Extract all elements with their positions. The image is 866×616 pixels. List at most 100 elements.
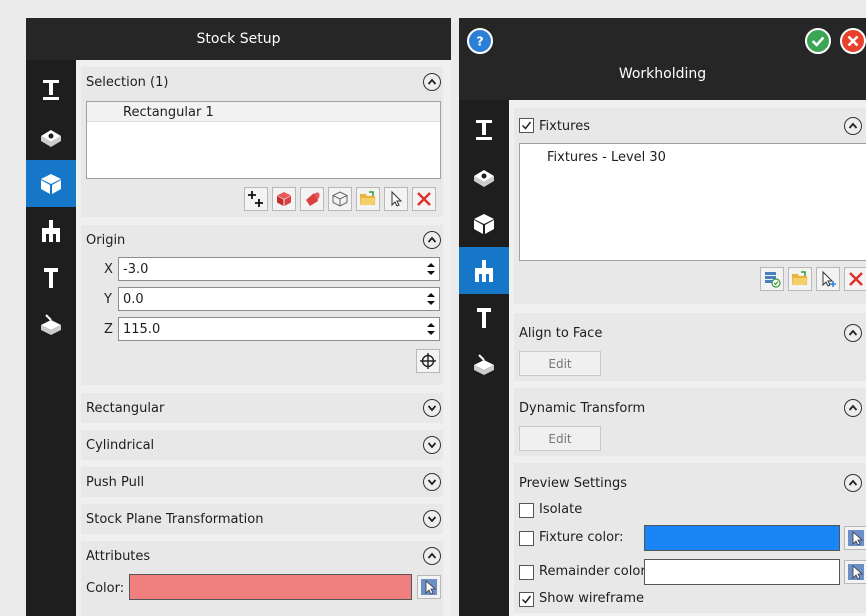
rail-tool-icon[interactable]	[459, 294, 509, 341]
pick-cursor-button[interactable]	[384, 187, 408, 211]
fixture-library-button[interactable]	[760, 267, 784, 291]
collapse-attributes-icon[interactable]	[423, 547, 441, 565]
show-wireframe-label: Show wireframe	[539, 591, 645, 606]
collapse-dynamic-transform-icon[interactable]	[844, 399, 862, 417]
rail-machine-icon[interactable]	[459, 106, 509, 153]
origin-title: Origin	[86, 232, 126, 248]
origin-x-value: -3.0	[123, 261, 149, 277]
origin-x-label: X	[104, 262, 113, 277]
selection-title: Selection (1)	[86, 74, 169, 90]
open-folder-button[interactable]	[788, 267, 812, 291]
push-pull-header[interactable]: Push Pull	[86, 467, 443, 497]
workholding-content: Fixtures Fixtures - Level 30 Align to Fa…	[509, 100, 866, 616]
rail-stock-icon[interactable]	[459, 153, 509, 200]
rail-stock-icon[interactable]	[26, 113, 76, 160]
origin-x-spinner[interactable]	[425, 260, 437, 278]
preview-settings-title: Preview Settings	[519, 475, 628, 491]
cylindrical-section[interactable]: Cylindrical	[81, 430, 443, 460]
fixtures-header[interactable]: Fixtures	[519, 111, 864, 141]
svg-text:?: ?	[476, 34, 483, 49]
pick-origin-button[interactable]	[416, 349, 440, 373]
collapse-selection-icon[interactable]	[423, 73, 441, 91]
expand-rectangular-icon[interactable]	[423, 399, 441, 417]
dynamic-transform-header[interactable]: Dynamic Transform	[519, 393, 864, 423]
rail-simulation-icon[interactable]	[459, 341, 509, 388]
expand-push-pull-icon[interactable]	[423, 473, 441, 491]
stock-plane-transformation-header[interactable]: Stock Plane Transformation	[86, 504, 443, 534]
remainder-color-picker-button[interactable]	[844, 560, 866, 584]
origin-z-input[interactable]: 115.0	[118, 317, 440, 341]
remainder-color-label: Remainder color:	[539, 564, 650, 579]
remove-selection-button[interactable]	[412, 187, 436, 211]
preview-settings-section: Preview Settings Isolate Fixture color: …	[514, 463, 866, 613]
panel-title: Stock Setup	[196, 31, 281, 47]
collapse-align-to-face-icon[interactable]	[844, 324, 862, 342]
cancel-button[interactable]	[840, 28, 866, 54]
panel-title: Workholding	[618, 66, 707, 82]
pick-add-button[interactable]	[816, 267, 840, 291]
expand-stock-plane-transformation-icon[interactable]	[423, 510, 441, 528]
check-icon	[811, 36, 825, 47]
origin-y-input[interactable]: 0.0	[118, 287, 440, 311]
align-to-face-edit-button[interactable]: Edit	[519, 351, 601, 376]
rail-machine-icon[interactable]	[26, 66, 76, 113]
fixture-color-checkbox[interactable]	[519, 531, 534, 546]
fixtures-list[interactable]: Fixtures - Level 30	[519, 143, 866, 261]
select-solid-button[interactable]	[272, 187, 296, 211]
isolate-label: Isolate	[539, 502, 583, 517]
dynamic-transform-edit-button[interactable]: Edit	[519, 426, 601, 451]
open-folder-button[interactable]	[356, 187, 380, 211]
fixture-color-swatch[interactable]	[644, 525, 840, 551]
cylindrical-header[interactable]: Cylindrical	[86, 430, 443, 460]
help-icon[interactable]: ?	[467, 28, 493, 54]
rail-tool-icon[interactable]	[26, 254, 76, 301]
origin-y-label: Y	[104, 292, 112, 307]
confirm-button[interactable]	[805, 28, 831, 54]
isolate-checkbox[interactable]	[519, 503, 534, 518]
select-wire-box-button[interactable]	[328, 187, 352, 211]
selection-section: Selection (1) Rectangular 1	[81, 67, 443, 217]
rail-box-icon[interactable]	[26, 160, 76, 207]
collapse-preview-settings-icon[interactable]	[844, 474, 862, 492]
align-to-face-section: Align to Face Edit	[514, 313, 866, 381]
rail-simulation-icon[interactable]	[26, 301, 76, 348]
stock-color-swatch[interactable]	[129, 574, 412, 600]
show-wireframe-checkbox[interactable]	[519, 592, 534, 607]
rail-workholding-icon[interactable]	[459, 247, 509, 294]
dynamic-transform-title: Dynamic Transform	[519, 400, 646, 416]
add-selection-button[interactable]	[244, 187, 268, 211]
origin-y-spinner[interactable]	[425, 290, 437, 308]
collapse-origin-icon[interactable]	[423, 231, 441, 249]
rectangular-section[interactable]: Rectangular	[81, 393, 443, 423]
selection-header[interactable]: Selection (1)	[86, 67, 443, 97]
rail-box-icon[interactable]	[459, 200, 509, 247]
collapse-fixtures-icon[interactable]	[844, 117, 862, 135]
push-pull-section[interactable]: Push Pull	[81, 467, 443, 497]
remove-fixture-button[interactable]	[844, 267, 866, 291]
fixture-color-picker-button[interactable]	[844, 526, 866, 550]
selection-list[interactable]: Rectangular 1	[86, 101, 441, 179]
dynamic-transform-section: Dynamic Transform Edit	[514, 388, 866, 456]
select-cylinder-button[interactable]	[300, 187, 324, 211]
origin-y-value: 0.0	[123, 291, 144, 307]
workholding-panel: ? Workholding Fixtures Fixtures - Level …	[459, 18, 866, 616]
remainder-color-swatch[interactable]	[644, 559, 840, 585]
fixtures-checkbox[interactable]	[519, 118, 534, 133]
origin-z-spinner[interactable]	[425, 320, 437, 338]
rail-workholding-icon[interactable]	[26, 207, 76, 254]
attributes-header[interactable]: Attributes	[86, 541, 443, 571]
stock-plane-transformation-section[interactable]: Stock Plane Transformation	[81, 504, 443, 534]
align-to-face-header[interactable]: Align to Face	[519, 318, 864, 348]
rectangular-title: Rectangular	[86, 400, 165, 416]
origin-header[interactable]: Origin	[86, 225, 443, 255]
expand-cylindrical-icon[interactable]	[423, 436, 441, 454]
preview-settings-header[interactable]: Preview Settings	[519, 468, 864, 498]
origin-x-input[interactable]: -3.0	[118, 257, 440, 281]
workholding-title-bar: ? Workholding	[459, 18, 866, 100]
fixtures-section: Fixtures Fixtures - Level 30	[514, 108, 866, 304]
list-item[interactable]: Fixtures - Level 30	[520, 144, 866, 170]
remainder-color-checkbox[interactable]	[519, 565, 534, 580]
color-picker-button[interactable]	[417, 575, 441, 599]
rectangular-header[interactable]: Rectangular	[86, 393, 443, 423]
list-item[interactable]: Rectangular 1	[87, 102, 440, 122]
